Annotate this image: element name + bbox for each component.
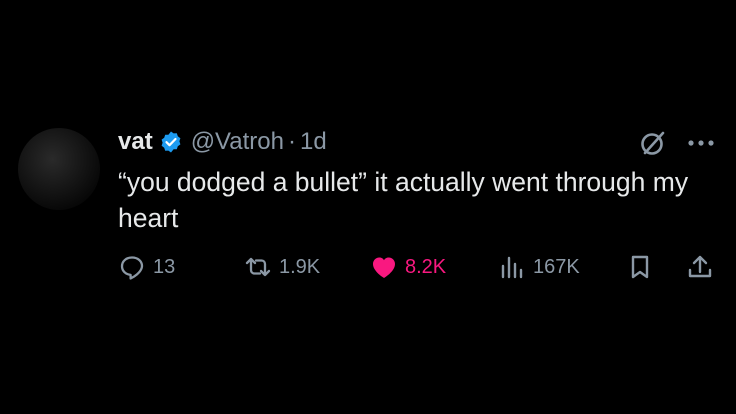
views-button[interactable]: 167K <box>498 250 580 284</box>
tweet-header: vat @Vatroh · 1d <box>118 126 327 158</box>
like-button[interactable]: 8.2K <box>370 250 446 284</box>
tweet: vat @Vatroh · 1d “you dodged a bullet” i… <box>0 0 736 414</box>
author-name[interactable]: vat <box>118 128 153 156</box>
bookmark-icon <box>631 255 649 279</box>
avatar[interactable] <box>18 128 100 210</box>
repost-count: 1.9K <box>279 255 321 278</box>
timestamp[interactable]: 1d <box>300 128 327 156</box>
share-button[interactable] <box>686 250 714 284</box>
views-icon <box>501 256 523 279</box>
like-count: 8.2K <box>405 255 447 278</box>
reply-count: 13 <box>153 255 176 278</box>
reply-icon <box>120 256 144 280</box>
tweet-text: “you dodged a bullet” it actually went t… <box>118 167 696 233</box>
author-handle[interactable]: @Vatroh <box>191 128 284 156</box>
separator-dot: · <box>287 128 296 155</box>
bookmark-button[interactable] <box>626 250 654 284</box>
verified-badge-icon <box>161 131 181 153</box>
reply-button[interactable]: 13 <box>118 250 175 284</box>
action-bar: 13 1.9K 8.2K 167K <box>118 250 718 284</box>
more-icon[interactable] <box>684 128 718 158</box>
like-heart-icon <box>373 257 395 278</box>
repost-icon <box>245 257 271 277</box>
share-icon <box>688 255 712 278</box>
grok-icon[interactable] <box>638 128 668 158</box>
views-count: 167K <box>533 255 580 278</box>
repost-button[interactable]: 1.9K <box>244 250 320 284</box>
